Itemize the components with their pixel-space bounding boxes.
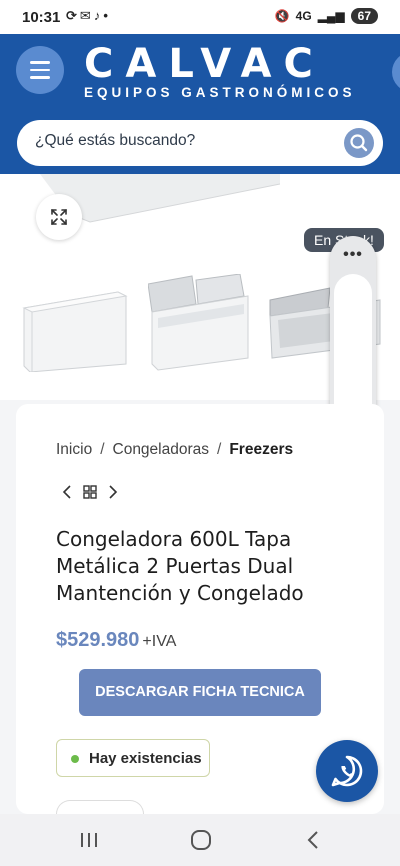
signal-icon: ▂▄▆ [317, 9, 345, 23]
next-product-icon[interactable] [109, 485, 118, 499]
thumbnail-open[interactable] [148, 274, 252, 372]
thumbnail-closed[interactable] [18, 282, 130, 372]
menu-line [30, 61, 50, 64]
search-input[interactable]: ¿Qué estás buscando? [35, 132, 195, 150]
status-time: 10:31 [22, 9, 61, 26]
stock-status: Hay existencias [56, 739, 210, 777]
menu-line [30, 68, 50, 72]
menu-line [30, 76, 50, 79]
notification-icons: ⟳✉♪• [66, 8, 111, 24]
more-dots-icon[interactable]: ••• [330, 246, 376, 264]
in-stock-dot-icon [71, 755, 79, 763]
zoom-button[interactable] [36, 194, 82, 240]
breadcrumb-separator: / [100, 441, 105, 458]
search-button[interactable] [344, 128, 374, 158]
download-datasheet-button[interactable]: DESCARGAR FICHA TECNICA [79, 669, 321, 716]
status-right: 🔇 4G ▂▄▆ 67 [275, 8, 378, 24]
battery-indicator: 67 [350, 8, 378, 24]
dot-icon: • [103, 8, 111, 23]
menu-button[interactable] [16, 46, 64, 94]
tiktok-icon: ♪ [93, 8, 104, 23]
brand-logo[interactable]: CALVAC EQUIPOS GASTRONÓMICOS [84, 42, 374, 100]
logo-tagline: EQUIPOS GASTRONÓMICOS [84, 85, 356, 100]
logo-wordmark: CALVAC [84, 41, 325, 87]
system-nav-bar [0, 814, 400, 866]
network-label: 4G [295, 9, 312, 23]
whatsapp-button[interactable] [316, 740, 378, 802]
breadcrumb-separator: / [217, 441, 222, 458]
breadcrumb: Inicio / Congeladoras / Freezers [56, 441, 293, 459]
expand-icon [51, 209, 67, 225]
tax-suffix: +IVA [142, 633, 177, 650]
product-price: $529.980 +IVA [56, 629, 176, 652]
recents-icon[interactable] [74, 828, 104, 852]
breadcrumb-item-congeladoras[interactable]: Congeladoras [113, 441, 210, 458]
breadcrumb-item-inicio[interactable]: Inicio [56, 441, 92, 458]
grid-view-icon[interactable] [83, 485, 97, 499]
whatsapp-icon [331, 755, 363, 787]
home-icon[interactable] [186, 828, 216, 852]
stock-status-label: Hay existencias [89, 750, 202, 767]
status-bar: 10:31 ⟳✉♪• 🔇 4G ▂▄▆ 67 [0, 0, 400, 34]
product-page: 10:31 ⟳✉♪• 🔇 4G ▂▄▆ 67 CALVAC EQUIPOS GA… [0, 0, 400, 866]
product-title: Congeladora 600L Tapa Metálica 2 Puertas… [56, 527, 304, 605]
cart-button[interactable] [392, 52, 400, 92]
product-navigation [62, 485, 118, 499]
side-panel-content [334, 274, 372, 424]
price-amount: $529.980 [56, 629, 140, 651]
back-icon[interactable] [298, 828, 328, 852]
search-icon [350, 134, 368, 152]
prev-product-icon[interactable] [62, 485, 71, 499]
sync-icon: ⟳ [66, 8, 80, 23]
breadcrumb-current: Freezers [229, 441, 294, 458]
mute-icon: 🔇 [274, 9, 290, 23]
site-header: CALVAC EQUIPOS GASTRONÓMICOS ¿Qué estás … [0, 34, 400, 174]
search-bar[interactable]: ¿Qué estás buscando? [17, 120, 383, 166]
chat-icon: ✉ [79, 8, 94, 23]
